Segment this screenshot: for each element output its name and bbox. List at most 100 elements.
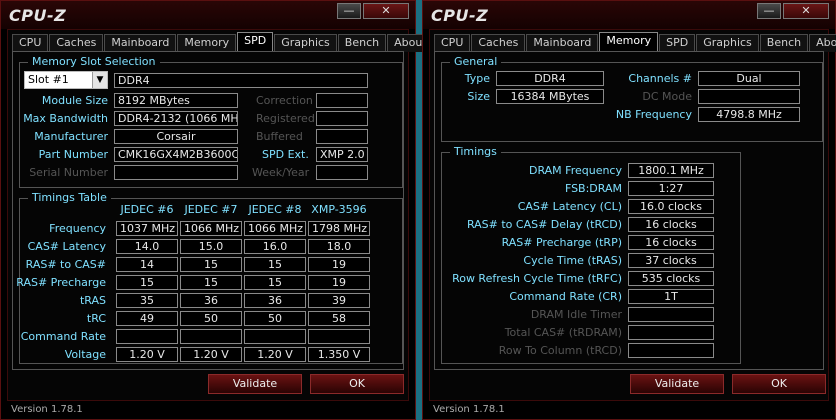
manufacturer-value: Corsair xyxy=(114,129,238,144)
version-label: Version 1.78.1 xyxy=(433,404,505,415)
ok-button[interactable]: OK xyxy=(310,374,404,394)
spd-ext-value: XMP 2.0 xyxy=(316,147,368,162)
registered-value xyxy=(316,111,368,126)
week-year-value xyxy=(316,165,368,180)
minimize-button[interactable]: — xyxy=(337,3,361,19)
timing-cell: 18.0 xyxy=(308,239,370,254)
title-bar[interactable]: CPU-Z — ✕ xyxy=(1,1,415,29)
memory-slot-group: Memory Slot Selection Slot #1 ▼ DDR4 Mod… xyxy=(19,55,403,188)
tab-about[interactable]: About xyxy=(809,34,836,52)
timing-cell: 39 xyxy=(308,293,370,308)
tab-spd[interactable]: SPD xyxy=(659,34,696,52)
size-label: Size xyxy=(467,90,490,103)
tab-mainboard[interactable]: Mainboard xyxy=(526,34,599,52)
tab-mainboard[interactable]: Mainboard xyxy=(104,34,177,52)
timing-value: 1:27 xyxy=(628,181,714,196)
timings-group-title: Timings xyxy=(450,145,501,158)
tab-bench[interactable]: Bench xyxy=(337,34,387,52)
tab-spd[interactable]: SPD xyxy=(237,32,274,52)
timing-cell: 14 xyxy=(116,257,178,272)
size-value: 16384 MBytes xyxy=(496,89,604,104)
tab-cpu[interactable]: CPU xyxy=(12,34,49,52)
ok-button[interactable]: OK xyxy=(732,374,826,394)
timing-value xyxy=(628,325,714,340)
chevron-down-icon[interactable]: ▼ xyxy=(92,72,107,88)
timing-row-label: RAS# Precharge xyxy=(16,276,106,289)
timing-cell: 14.0 xyxy=(116,239,178,254)
timing-label: DRAM Idle Timer xyxy=(530,308,622,321)
timing-value: 16 clocks xyxy=(628,217,714,232)
timing-cell xyxy=(180,329,242,344)
timing-cell: 35 xyxy=(116,293,178,308)
module-size-value: 8192 MBytes xyxy=(114,93,238,108)
general-group: General Type DDR4 Size 16384 MBytes Chan… xyxy=(441,55,823,142)
timing-cell: 15 xyxy=(116,275,178,290)
timing-row-label: tRAS xyxy=(79,294,106,307)
column-header: JEDEC #7 xyxy=(184,203,238,216)
module-size-label: Module Size xyxy=(41,94,108,107)
timing-cell: 49 xyxy=(116,311,178,326)
tab-memory[interactable]: Memory xyxy=(599,32,659,52)
title-bar[interactable]: CPU-Z — ✕ xyxy=(423,1,835,29)
tab-graphics[interactable]: Graphics xyxy=(274,34,337,52)
validate-button[interactable]: Validate xyxy=(630,374,724,394)
timing-label: Row Refresh Cycle Time (tRFC) xyxy=(452,272,622,285)
timing-cell: 15 xyxy=(244,275,306,290)
nb-frequency-label: NB Frequency xyxy=(615,108,692,121)
slot-select[interactable]: Slot #1 ▼ xyxy=(24,71,108,89)
tab-strip: CPU Caches Mainboard Memory SPD Graphics… xyxy=(12,32,434,52)
dc-mode-value xyxy=(698,89,800,104)
timing-label: Total CAS# (tRDRAM) xyxy=(504,326,622,339)
close-button[interactable]: ✕ xyxy=(363,3,409,19)
correction-label: Correction xyxy=(256,94,313,107)
tab-graphics[interactable]: Graphics xyxy=(696,34,759,52)
general-group-title: General xyxy=(450,55,502,68)
timing-cell: 1.20 V xyxy=(180,347,242,362)
timing-row-label: RAS# to CAS# xyxy=(25,258,106,271)
close-button[interactable]: ✕ xyxy=(783,3,829,19)
slot-select-value: Slot #1 xyxy=(28,73,69,86)
timing-value xyxy=(628,307,714,322)
timing-value: 1800.1 MHz xyxy=(628,163,714,178)
timing-cell: 50 xyxy=(180,311,242,326)
registered-label: Registered xyxy=(256,112,315,125)
max-bandwidth-value: DDR4-2132 (1066 MHz) xyxy=(114,111,238,126)
tab-caches[interactable]: Caches xyxy=(49,34,104,52)
tab-caches[interactable]: Caches xyxy=(471,34,526,52)
channels-value: Dual xyxy=(698,71,800,86)
timing-label: RAS# Precharge (tRP) xyxy=(501,236,622,249)
cpuz-window-memory: CPU-Z — ✕ CPU Caches Mainboard Memory SP… xyxy=(422,0,836,420)
timing-label: DRAM Frequency xyxy=(528,164,622,177)
column-header: JEDEC #8 xyxy=(248,203,302,216)
timing-value: 535 clocks xyxy=(628,271,714,286)
channels-label: Channels # xyxy=(628,72,692,85)
timing-label: Cycle Time (tRAS) xyxy=(523,254,622,267)
timing-cell: 1.350 V xyxy=(308,347,370,362)
serial-number-label: Serial Number xyxy=(29,166,108,179)
timing-cell: 1066 MHz xyxy=(244,221,306,236)
tab-cpu[interactable]: CPU xyxy=(434,34,471,52)
app-title: CPU-Z xyxy=(431,6,489,25)
timing-cell: 36 xyxy=(244,293,306,308)
tab-bench[interactable]: Bench xyxy=(759,34,809,52)
timing-cell: 19 xyxy=(308,275,370,290)
type-value: DDR4 xyxy=(496,71,604,86)
timing-row-label: Command Rate xyxy=(20,330,106,343)
timing-label: RAS# to CAS# Delay (tRCD) xyxy=(466,218,622,231)
tab-memory[interactable]: Memory xyxy=(177,34,237,52)
timings-group: Timings DRAM Frequency 1800.1 MHz FSB:DRAM… xyxy=(441,145,741,364)
part-number-value: CMK16GX4M2B3600C18 xyxy=(114,147,238,162)
buffered-label: Buffered xyxy=(256,130,303,143)
timing-row-label: tRC xyxy=(86,312,106,325)
timings-table-group: Timings Table JEDEC #6 JEDEC #7 JEDEC #8… xyxy=(16,191,403,364)
max-bandwidth-label: Max Bandwidth xyxy=(23,112,108,125)
column-header: JEDEC #6 xyxy=(120,203,174,216)
spd-ext-label: SPD Ext. xyxy=(262,148,309,161)
spd-pane: Memory Slot Selection Slot #1 ▼ DDR4 Mod… xyxy=(12,51,404,370)
minimize-button[interactable]: — xyxy=(757,3,781,19)
buffered-value xyxy=(316,129,368,144)
validate-button[interactable]: Validate xyxy=(208,374,302,394)
timing-label: Command Rate (CR) xyxy=(509,290,622,303)
timing-cell: 36 xyxy=(180,293,242,308)
memory-pane: General Type DDR4 Size 16384 MBytes Chan… xyxy=(434,51,824,370)
